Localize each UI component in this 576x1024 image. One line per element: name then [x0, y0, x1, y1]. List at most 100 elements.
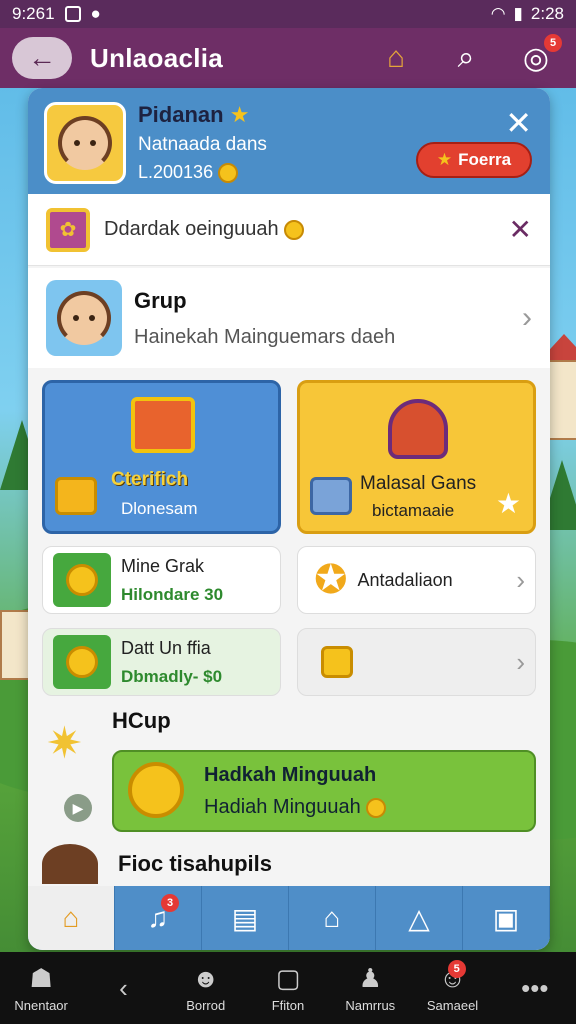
star-icon: ★: [229, 102, 250, 127]
tab-shop[interactable]: ▤: [202, 886, 289, 950]
face-icon: ☻: [192, 963, 220, 993]
nav-more[interactable]: •••: [494, 952, 576, 1024]
shop-icon: ▤: [231, 902, 259, 934]
tab-house[interactable]: ⌂: [289, 886, 376, 950]
section-title: HCup: [112, 708, 171, 733]
profile-header: Pidanan ★ Natnaada dans L.200136 ✕ ★ Foer…: [28, 88, 550, 194]
ghost-icon: ☗: [29, 963, 53, 993]
person-icon: ♟: [358, 963, 382, 993]
tab-music[interactable]: ♫ 3: [115, 886, 202, 950]
message-icon: [64, 6, 81, 22]
card-value: Hilondare 30: [121, 584, 224, 604]
list-item-title: Fioc tisahupils: [118, 851, 273, 876]
card-row: Datt Un ffia Dbmadly- $0 ›: [42, 628, 536, 696]
tile-title: Cterifich: [111, 469, 189, 490]
nav-badge: 5: [447, 960, 466, 978]
avatar: [42, 844, 98, 884]
close-icon[interactable]: ✕: [505, 104, 532, 142]
coin-stack-icon: [128, 762, 184, 818]
card-row: Mine Grak Hilondare 30 ✪ Antadaliaon ›: [42, 546, 536, 614]
home-icon: ⌂: [62, 902, 80, 933]
weekly-reward-banner[interactable]: Hadkah Minguuah Hadiah Minguuah: [112, 750, 536, 832]
star-badge-icon: ✪: [314, 558, 348, 602]
feature-tiles: Cterifich Dlonesam Malasal Gans bictamaa…: [42, 380, 536, 534]
notice-bar[interactable]: ✿ Ddardak oeinguuah ✕: [28, 194, 550, 266]
present-icon: [310, 477, 352, 515]
search-icon[interactable]: ⌕: [446, 38, 486, 78]
house-icon: ⌂: [323, 902, 341, 933]
banner-line2: Hadiah Minguuah: [204, 796, 361, 818]
nav-item[interactable]: ☻ Borrod: [165, 952, 247, 1024]
page-title: Unlaoaclia: [90, 42, 224, 73]
gift-box-icon: [131, 397, 195, 453]
card-title: Datt Un ffia: [121, 637, 211, 658]
status-bar: 9:261 ● ◠ ▮ 2:28: [0, 0, 576, 28]
star-icon: ✷: [46, 719, 83, 768]
nav-label: Namrrus: [345, 998, 396, 1013]
card-gold[interactable]: ›: [297, 628, 536, 696]
star-icon: ★: [495, 488, 521, 519]
coin-icon: [284, 219, 305, 240]
card-antadaliaon[interactable]: ✪ Antadaliaon ›: [297, 546, 536, 614]
signal-icon: ▮: [513, 4, 523, 23]
tab-badge: 3: [161, 894, 179, 912]
tile-gift[interactable]: Cterifich Dlonesam: [42, 380, 281, 534]
clipboard-icon: ▣: [492, 902, 520, 934]
nav-item[interactable]: ♟ Namrrus: [329, 952, 411, 1024]
target-icon[interactable]: ◎ 5: [516, 34, 562, 78]
profile-name: Pidanan: [138, 102, 224, 127]
tab-building[interactable]: △: [376, 886, 463, 950]
bottom-nav: ☗ Nnentaor ‹ ☻ Borrod ▢ Ffiton ♟ Namrrus ☺ 5 S…: [0, 952, 576, 1024]
nav-item[interactable]: ☺ 5 Samaeel: [411, 952, 493, 1024]
tab-home[interactable]: ⌂: [28, 886, 115, 950]
wifi-icon: ◠: [490, 4, 506, 23]
coin-icon: [218, 163, 239, 184]
app-header: ← Unlaoaclia ⌂ ⌕ ◎ 5: [0, 28, 576, 88]
group-row[interactable]: Grup Hainekah Mainguemars daeh ›: [28, 268, 550, 368]
avatar[interactable]: [44, 102, 126, 184]
nav-back[interactable]: ‹: [82, 952, 164, 1024]
status-clock: 2:28: [530, 4, 564, 23]
coin-icon: [366, 797, 387, 818]
star-icon: ★: [436, 150, 453, 169]
card-value: Dbmadly- $0: [121, 666, 223, 686]
card-mine[interactable]: Mine Grak Hilondare 30: [42, 546, 281, 614]
status-time: 9:261: [12, 4, 55, 23]
notification-icon: ●: [90, 4, 101, 23]
gift-icon: ✿: [46, 207, 90, 252]
close-icon[interactable]: ✕: [509, 213, 532, 246]
group-title: Grup: [134, 287, 187, 313]
play-icon[interactable]: ▶: [64, 794, 92, 822]
tile-bag[interactable]: Malasal Gans bictamaaie ★: [297, 380, 536, 534]
coin-stack-icon: [53, 553, 111, 607]
bag-icon: [388, 399, 448, 459]
tile-title: Malasal Gans: [360, 473, 477, 494]
profile-subtitle: Natnaada dans: [138, 134, 267, 155]
card-datt[interactable]: Datt Un ffia Dbmadly- $0: [42, 628, 281, 696]
nav-label: Ffiton: [271, 998, 305, 1013]
back-icon: ‹: [119, 972, 128, 1003]
nav-item[interactable]: ▢ Ffiton: [247, 952, 329, 1024]
card-title: Mine Grak: [121, 555, 205, 576]
tile-subtitle: bictamaaie: [372, 501, 455, 520]
more-icon: •••: [521, 972, 549, 1003]
notice-text: Ddardak oeinguuah: [104, 218, 279, 240]
list-item[interactable]: Fioc tisahupils: [42, 844, 536, 884]
tab-clipboard[interactable]: ▣: [463, 886, 550, 950]
back-button[interactable]: ←: [12, 37, 72, 79]
chevron-right-icon: ›: [516, 564, 525, 595]
tile-subtitle: Dlonesam: [121, 499, 198, 518]
banner-line1: Hadkah Minguuah: [204, 764, 377, 786]
coin-stack-icon: [53, 635, 111, 689]
home-icon[interactable]: ⌂: [376, 38, 416, 78]
card-title: Antadaliaon: [357, 569, 453, 590]
profile-action-button[interactable]: ★ Foerra: [416, 142, 532, 178]
notification-badge: 5: [544, 34, 562, 52]
gold-bar-icon: [55, 477, 97, 515]
nav-item[interactable]: ☗ Nnentaor: [0, 952, 82, 1024]
arrow-left-icon: ←: [28, 42, 56, 73]
profile-coins: L.200136: [138, 162, 214, 182]
chevron-right-icon: ›: [522, 301, 532, 334]
gold-bar-icon: [308, 635, 366, 689]
group-avatar: [46, 280, 122, 356]
